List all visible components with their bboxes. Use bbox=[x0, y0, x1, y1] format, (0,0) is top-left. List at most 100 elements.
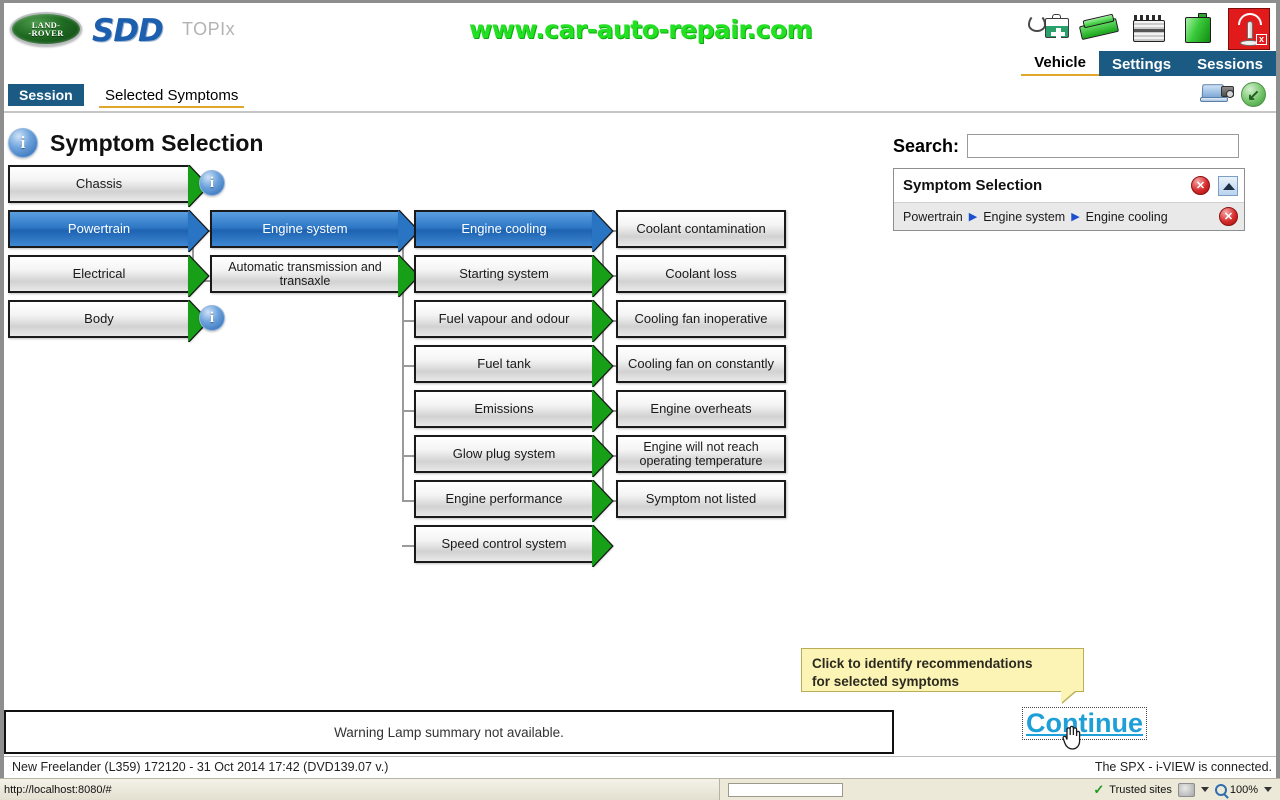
connector-line bbox=[402, 365, 414, 367]
tree-node-emissions[interactable]: Emissions bbox=[414, 390, 614, 432]
browser-status-bar: http://localhost:8080/# ✓ Trusted sites … bbox=[0, 778, 1280, 800]
symptom-tree: Chassis Powertrain Electrical Body bbox=[0, 160, 890, 600]
selection-panel: Symptom Selection Powertrain ▶ Engine sy… bbox=[893, 168, 1245, 231]
arrow-tip-icon bbox=[188, 165, 210, 207]
tree-node-starting-system[interactable]: Starting system bbox=[414, 255, 614, 297]
breadcrumb: Powertrain ▶ Engine system ▶ Engine cool… bbox=[903, 210, 1219, 224]
promo-watermark: www.car-auto-repair.com bbox=[469, 15, 813, 44]
connector-line bbox=[402, 410, 414, 412]
arrow-tip-icon bbox=[592, 525, 614, 567]
antenna-disconnected-icon[interactable]: x bbox=[1228, 8, 1270, 50]
tree-node-label: Glow plug system bbox=[452, 445, 556, 461]
logo-line-2: -ROVER bbox=[28, 28, 64, 38]
selection-panel-title: Symptom Selection bbox=[903, 177, 1043, 194]
tab-session[interactable]: Session bbox=[8, 84, 84, 106]
sub-tab-bar: Session Selected Symptoms bbox=[4, 76, 1276, 113]
tree-node-glow-plug-system[interactable]: Glow plug system bbox=[414, 435, 614, 477]
topix-label: TOPIx bbox=[182, 19, 236, 39]
breadcrumb-item: Powertrain bbox=[903, 209, 963, 224]
tree-node-symptom-not-listed[interactable]: Symptom not listed bbox=[616, 480, 786, 518]
tab-selected-symptoms[interactable]: Selected Symptoms bbox=[99, 84, 245, 108]
tree-node-powertrain[interactable]: Powertrain bbox=[8, 210, 210, 252]
tree-node-fuel-vapour-and-odour[interactable]: Fuel vapour and odour bbox=[414, 300, 614, 342]
vehicle-info-bar: New Freelander (L359) 172120 - 31 Oct 20… bbox=[4, 756, 1276, 776]
tree-node-engine-performance[interactable]: Engine performance bbox=[414, 480, 614, 522]
cable-icon[interactable] bbox=[1078, 8, 1120, 50]
medical-kit-icon[interactable] bbox=[1028, 8, 1070, 50]
selection-panel-row[interactable]: Powertrain ▶ Engine system ▶ Engine cool… bbox=[894, 202, 1244, 230]
tooltip-line-2: for selected symptoms bbox=[812, 673, 960, 689]
arrow-tip-icon bbox=[592, 300, 614, 342]
tooltip-line-1: Click to identify recommendations bbox=[812, 656, 1033, 671]
arrow-tip-icon bbox=[188, 210, 210, 252]
tree-node-label: Symptom not listed bbox=[645, 490, 757, 506]
tree-node-engine-overheats[interactable]: Engine overheats bbox=[616, 390, 786, 428]
tree-node-body[interactable]: Body bbox=[8, 300, 210, 342]
search-input[interactable] bbox=[967, 134, 1240, 158]
tree-node-cooling-fan-inoperative[interactable]: Cooling fan inoperative bbox=[616, 300, 786, 338]
security-zone[interactable]: ✓ Trusted sites bbox=[851, 782, 1178, 798]
info-icon bbox=[8, 128, 38, 158]
tree-node-engine-system[interactable]: Engine system bbox=[210, 210, 420, 252]
lock-icon[interactable] bbox=[1177, 782, 1195, 797]
screenshot-icon[interactable] bbox=[1200, 81, 1234, 108]
page-title: Symptom Selection bbox=[50, 129, 264, 156]
arrow-tip-icon bbox=[398, 255, 420, 297]
nav-tab-settings[interactable]: Settings bbox=[1098, 51, 1185, 77]
tree-node-label: Coolant contamination bbox=[636, 220, 766, 236]
arrow-tip-icon bbox=[188, 300, 210, 342]
nav-tab-sessions[interactable]: Sessions bbox=[1184, 51, 1276, 77]
chevron-down-icon[interactable] bbox=[1200, 787, 1209, 792]
tree-node-label: Engine performance bbox=[445, 490, 563, 506]
tree-node-label: Powertrain bbox=[67, 220, 131, 236]
arrow-tip-icon bbox=[592, 345, 614, 387]
breadcrumb-item: Engine system bbox=[983, 209, 1066, 224]
tree-node-fuel-tank[interactable]: Fuel tank bbox=[414, 345, 614, 387]
arrow-tip-icon bbox=[592, 255, 614, 297]
tree-node-cooling-fan-on-constantly[interactable]: Cooling fan on constantly bbox=[616, 345, 786, 383]
close-icon[interactable] bbox=[1191, 176, 1210, 195]
breadcrumb-item: Engine cooling bbox=[1085, 209, 1168, 224]
check-icon: ✓ bbox=[1093, 781, 1105, 797]
tree-node-label: Cooling fan on constantly bbox=[628, 355, 774, 371]
magnifier-icon bbox=[1214, 783, 1227, 796]
tooltip-tail bbox=[1061, 691, 1075, 703]
selection-panel-header: Symptom Selection bbox=[894, 169, 1244, 202]
tree-node-label: Starting system bbox=[459, 265, 549, 281]
tree-node-electrical[interactable]: Electrical bbox=[8, 255, 210, 297]
continue-button[interactable]: Continue bbox=[1022, 707, 1147, 740]
fluid-container-icon[interactable] bbox=[1178, 8, 1220, 50]
nav-tab-vehicle[interactable]: Vehicle bbox=[1021, 51, 1099, 77]
tree-node-automatic-transmission[interactable]: Automatic transmission and transaxle bbox=[210, 255, 420, 297]
tree-node-engine-will-not-reach-operating-temperature[interactable]: Engine will not reach operating temperat… bbox=[616, 435, 786, 473]
tree-node-label: Fuel vapour and odour bbox=[438, 310, 570, 326]
tree-node-label: Emissions bbox=[474, 400, 534, 416]
connector-line bbox=[402, 320, 414, 322]
tree-node-chassis[interactable]: Chassis bbox=[8, 165, 210, 207]
tree-node-label: Cooling fan inoperative bbox=[634, 310, 768, 326]
sub-tab-icon-row bbox=[1200, 81, 1266, 108]
window-frame-right bbox=[1276, 0, 1280, 778]
back-icon[interactable] bbox=[1241, 82, 1266, 107]
tree-node-coolant-contamination[interactable]: Coolant contamination bbox=[616, 210, 786, 248]
status-progress-bar bbox=[728, 782, 843, 797]
warning-lamp-text: Warning Lamp summary not available. bbox=[334, 724, 564, 740]
battery-icon[interactable] bbox=[1128, 8, 1170, 50]
arrow-tip-icon bbox=[592, 480, 614, 522]
remove-icon[interactable] bbox=[1219, 207, 1238, 226]
arrow-tip-icon bbox=[398, 210, 420, 252]
tree-node-label: Electrical bbox=[72, 265, 126, 281]
zoom-control[interactable]: 100% bbox=[1214, 783, 1258, 796]
tree-node-speed-control-system[interactable]: Speed control system bbox=[414, 525, 614, 567]
arrow-tip-icon bbox=[592, 390, 614, 432]
tree-node-engine-cooling[interactable]: Engine cooling bbox=[414, 210, 614, 252]
header-icon-row: x bbox=[1028, 6, 1270, 52]
collapse-icon[interactable] bbox=[1218, 175, 1238, 196]
tree-node-label: Coolant loss bbox=[665, 265, 737, 281]
warning-lamp-box: Warning Lamp summary not available. bbox=[4, 710, 894, 754]
tree-node-label: Engine will not reach operating temperat… bbox=[639, 440, 763, 468]
tree-node-label: Engine cooling bbox=[461, 220, 547, 236]
chevron-right-icon: ▶ bbox=[1071, 211, 1080, 223]
tree-node-coolant-loss[interactable]: Coolant loss bbox=[616, 255, 786, 293]
chevron-down-icon[interactable] bbox=[1264, 787, 1272, 792]
